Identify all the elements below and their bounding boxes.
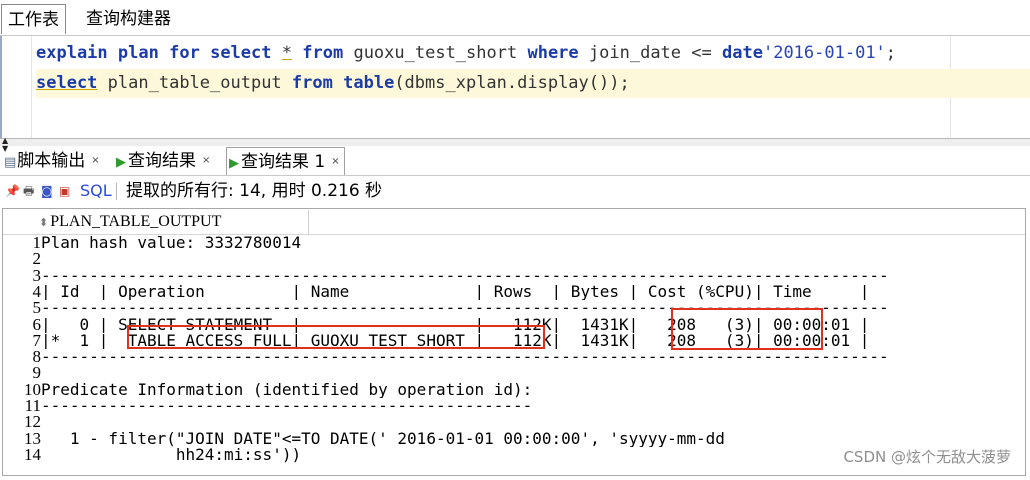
row-number[interactable]: 5 xyxy=(3,299,42,316)
kw-where: where xyxy=(527,43,579,63)
row-number[interactable]: 12 xyxy=(3,413,41,430)
editor-gutter xyxy=(2,36,32,138)
row-number[interactable]: 14 xyxy=(3,446,41,463)
column-name: join_date xyxy=(588,43,682,63)
select-star: * xyxy=(281,43,292,63)
result-grid[interactable]: ⬍ PLAN_TABLE_OUTPUT 1 Plan hash value: 333… xyxy=(2,208,1026,476)
kw-from: from xyxy=(302,43,344,63)
function-call: (dbms_xplan.display()); xyxy=(394,73,630,93)
result-tab-bar: ▤脚本输出 × ▶ 查询结果 × ▶ 查询结果 1 × xyxy=(0,146,1030,176)
plan-output-cell[interactable] xyxy=(41,365,1025,381)
plan-output-cell[interactable]: ----------------------------------------… xyxy=(41,268,1025,284)
plan-output-cell[interactable]: Plan hash value: 3332780014 xyxy=(41,235,1025,251)
highlight-box-operation xyxy=(127,325,545,349)
toolbar-separator xyxy=(116,183,117,200)
operator: <= xyxy=(691,43,712,63)
sort-icon: ⬍ xyxy=(39,217,49,229)
plan-output-cell[interactable]: Predicate Information (identified by ope… xyxy=(41,382,1025,398)
sql-button[interactable]: SQL xyxy=(80,177,112,205)
code-line-1[interactable]: explain plan for select * from guoxu_tes… xyxy=(36,39,1026,68)
worksheet-tab-bar: 工作表 查询构建器 xyxy=(0,0,1030,36)
kw-plan: plan xyxy=(117,43,159,63)
sql-editor[interactable]: explain plan for select * from guoxu_tes… xyxy=(0,36,1030,138)
table-name: guoxu_test_short xyxy=(353,43,518,63)
column-header-label: PLAN_TABLE_OUTPUT xyxy=(50,213,222,230)
kw-from: from xyxy=(291,73,333,93)
kw-date: date xyxy=(722,43,763,63)
script-output-icon: ▤ xyxy=(4,155,17,170)
plan-output-cell[interactable]: ----------------------------------------… xyxy=(41,349,1025,365)
kw-select: select xyxy=(36,73,98,93)
column-name: plan_table_output xyxy=(107,73,282,93)
plan-output-cell[interactable]: ----------------------------------------… xyxy=(41,300,1025,316)
tab-label: 脚本输出 xyxy=(17,151,86,171)
row-number[interactable]: 9 xyxy=(3,364,42,381)
export-icon[interactable]: ▣ xyxy=(59,177,70,205)
tab-query-result[interactable]: ▶ 查询结果 × xyxy=(114,147,210,175)
run-icon: ▶ xyxy=(116,155,126,170)
kw-explain: explain xyxy=(36,43,108,63)
plan-output-cell[interactable]: | Id | Operation | Name | Rows | Bytes |… xyxy=(41,284,1025,300)
find-icon[interactable]: ◙ xyxy=(41,177,53,205)
tab-label: 查询结果 xyxy=(128,151,196,171)
run-icon: ▶ xyxy=(229,156,239,171)
tab-query-result-1[interactable]: ▶ 查询结果 1 × xyxy=(226,147,345,175)
column-header[interactable]: ⬍ PLAN_TABLE_OUTPUT xyxy=(39,210,309,234)
kw-table: table xyxy=(343,73,395,93)
highlight-box-bytes-cost xyxy=(671,308,823,350)
close-icon[interactable]: × xyxy=(331,156,339,167)
kw-select: select xyxy=(210,43,272,63)
fetch-status: 提取的所有行: 14, 用时 0.216 秒 xyxy=(126,181,383,201)
close-icon[interactable]: × xyxy=(91,155,99,166)
panel-splitter[interactable]: ▲ ▼ xyxy=(0,137,1030,153)
code-line-2[interactable]: select plan_table_output from table(dbms… xyxy=(36,69,1030,98)
plan-output-cell[interactable]: 1 - filter("JOIN_DATE"<=TO_DATE(' 2016-0… xyxy=(41,431,1025,447)
watermark: CSDN @炫个无敌大菠萝 xyxy=(843,448,1011,466)
semicolon: ; xyxy=(885,43,897,63)
date-literal: '2016-01-01' xyxy=(762,43,886,63)
result-toolbar: 📌 🖶 ◙ ▣ SQL 提取的所有行: 14, 用时 0.216 秒 xyxy=(0,177,1030,205)
tab-label: 查询结果 1 xyxy=(241,152,326,172)
row-number[interactable]: 2 xyxy=(3,250,42,267)
tab-worksheet[interactable]: 工作表 xyxy=(1,4,66,34)
plan-output-cell[interactable] xyxy=(41,414,1025,430)
close-icon[interactable]: × xyxy=(202,155,210,166)
print-icon[interactable]: 🖶 xyxy=(23,177,34,205)
plan-output-cell[interactable]: ----------------------------------------… xyxy=(41,398,1025,414)
tab-script-output[interactable]: ▤脚本输出 × xyxy=(2,147,100,175)
kw-for: for xyxy=(169,43,200,63)
pin-icon[interactable]: 📌 xyxy=(5,177,20,205)
tab-query-builder[interactable]: 查询构建器 xyxy=(80,4,177,34)
plan-output-cell[interactable] xyxy=(41,251,1025,267)
